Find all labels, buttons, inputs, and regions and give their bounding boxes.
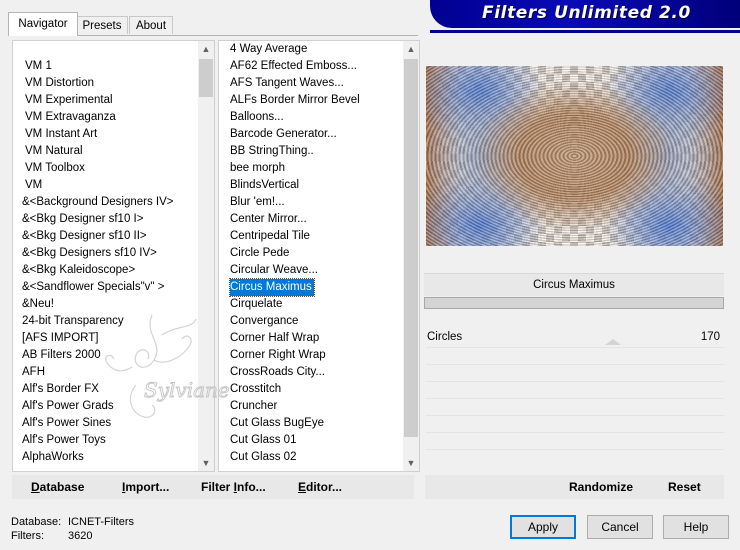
category-item[interactable]: &<Background Designers IV> bbox=[22, 194, 174, 211]
filter-list[interactable]: 4 Way Average AF62 Effected Emboss... AFS … bbox=[218, 40, 420, 472]
filter-item[interactable]: Cut Glass 02 bbox=[230, 449, 296, 466]
filter-item[interactable]: Cirquelate bbox=[230, 296, 282, 313]
parameter-area: Circles 170 bbox=[424, 327, 724, 467]
filter-item[interactable]: Circular Weave... bbox=[230, 262, 318, 279]
filters-count-value: 3620 bbox=[68, 530, 93, 542]
filter-item[interactable]: BB StringThing.. bbox=[230, 143, 314, 160]
title-underline bbox=[430, 30, 740, 33]
category-item[interactable]: 24-bit Transparency bbox=[22, 313, 124, 330]
cancel-button[interactable]: Cancel bbox=[587, 515, 653, 539]
preview-toolbar: Randomize Reset bbox=[425, 475, 724, 499]
scroll-up-arrow-icon[interactable]: ▲ bbox=[198, 41, 214, 57]
help-button[interactable]: Help bbox=[663, 515, 729, 539]
filter-item[interactable]: Cut Glass 01 bbox=[230, 432, 296, 449]
filter-item[interactable]: bee morph bbox=[230, 160, 285, 177]
category-item[interactable]: VM Experimental bbox=[25, 92, 113, 109]
filter-item[interactable]: Centripedal Tile bbox=[230, 228, 310, 245]
category-item[interactable]: Alf's Power Grads bbox=[22, 398, 114, 415]
filter-item[interactable]: Barcode Generator... bbox=[230, 126, 337, 143]
database-label: Database: bbox=[11, 516, 62, 528]
category-item[interactable]: Alf's Power Sines bbox=[22, 415, 111, 432]
app-title: Filters Unlimited 2.0 bbox=[482, 3, 691, 23]
filters-count-label: Filters: bbox=[11, 530, 44, 542]
category-scroll-thumb[interactable] bbox=[199, 59, 213, 97]
category-item[interactable]: Alf's Border FX bbox=[22, 381, 99, 398]
filter-item[interactable]: Center Mirror... bbox=[230, 211, 307, 228]
scroll-down-arrow-icon[interactable]: ▼ bbox=[403, 455, 419, 471]
category-item[interactable]: VM Instant Art bbox=[25, 126, 97, 143]
database-button[interactable]: Database bbox=[31, 480, 84, 494]
import-button[interactable]: Import... bbox=[122, 480, 169, 494]
category-item[interactable]: AB Filters 2000 bbox=[22, 347, 101, 364]
category-item[interactable]: [AFS IMPORT] bbox=[22, 330, 98, 347]
apply-button[interactable]: Apply bbox=[510, 515, 576, 539]
tab-navigator[interactable]: Navigator bbox=[8, 12, 78, 36]
filter-info-button[interactable]: Filter Info... bbox=[201, 480, 266, 494]
filter-item[interactable]: Blur 'em!... bbox=[230, 194, 285, 211]
filter-item[interactable]: Cruncher bbox=[230, 398, 277, 415]
category-item[interactable]: &Neu! bbox=[22, 296, 54, 313]
scroll-up-arrow-icon[interactable]: ▲ bbox=[403, 41, 419, 57]
filter-item[interactable]: Corner Half Wrap bbox=[230, 330, 319, 347]
filter-item[interactable]: 4 Way Average bbox=[230, 41, 307, 58]
category-item[interactable]: VM 1 bbox=[25, 58, 52, 75]
filter-scroll-thumb[interactable] bbox=[404, 59, 418, 437]
category-item[interactable]: VM bbox=[25, 177, 42, 194]
randomize-button[interactable]: Randomize bbox=[569, 480, 633, 494]
filter-item-selected[interactable]: Circus Maximus bbox=[229, 278, 315, 297]
filter-item[interactable]: ALFs Border Mirror Bevel bbox=[230, 92, 360, 109]
selected-filter-name: Circus Maximus bbox=[424, 273, 724, 296]
filter-item[interactable]: Convergance bbox=[230, 313, 298, 330]
category-item[interactable]: &<Bkg Kaleidoscope> bbox=[22, 262, 135, 279]
category-item[interactable]: AlphaWorks bbox=[22, 449, 84, 466]
category-list-items: VM 1 VM Distortion VM Experimental VM Extra… bbox=[13, 41, 198, 471]
filter-item[interactable]: Cut Glass BugEye bbox=[230, 415, 324, 432]
filter-item[interactable]: AFS Tangent Waves... bbox=[230, 75, 344, 92]
category-item[interactable]: VM Natural bbox=[25, 143, 83, 160]
category-item[interactable]: AFH bbox=[22, 364, 45, 381]
list-toolbar: Database Import... Filter Info... Editor… bbox=[12, 475, 414, 499]
parameter-row[interactable]: Circles 170 bbox=[424, 327, 724, 347]
reset-button[interactable]: Reset bbox=[668, 480, 701, 494]
filter-item[interactable]: BlindsVertical bbox=[230, 177, 299, 194]
title-banner: Filters Unlimited 2.0 bbox=[430, 0, 740, 28]
category-item[interactable]: VM Distortion bbox=[25, 75, 94, 92]
filter-item[interactable]: Corner Right Wrap bbox=[230, 347, 326, 364]
category-scrollbar[interactable]: ▲ ▼ bbox=[198, 41, 214, 471]
progress-bar bbox=[424, 297, 724, 309]
tab-about[interactable]: About bbox=[129, 16, 173, 34]
filter-item[interactable]: Balloons... bbox=[230, 109, 284, 126]
category-item[interactable]: VM Extravaganza bbox=[25, 109, 116, 126]
tab-presets[interactable]: Presets bbox=[76, 16, 128, 34]
filter-item[interactable]: Circle Pede bbox=[230, 245, 289, 262]
category-item[interactable]: VM Toolbox bbox=[25, 160, 85, 177]
slider-marker-icon[interactable] bbox=[605, 339, 621, 345]
filter-scrollbar[interactable]: ▲ ▼ bbox=[403, 41, 419, 471]
parameter-value: 170 bbox=[700, 331, 720, 343]
category-item[interactable]: &<Bkg Designer sf10 II> bbox=[22, 228, 147, 245]
scroll-down-arrow-icon[interactable]: ▼ bbox=[198, 455, 214, 471]
category-item[interactable]: &<Bkg Designer sf10 I> bbox=[22, 211, 143, 228]
editor-button[interactable]: Editor... bbox=[298, 480, 342, 494]
filter-item[interactable]: Crosstitch bbox=[230, 381, 281, 398]
category-item[interactable]: &<Bkg Designers sf10 IV> bbox=[22, 245, 157, 262]
category-list[interactable]: VM 1 VM Distortion VM Experimental VM Extra… bbox=[12, 40, 215, 472]
filter-item[interactable]: CrossRoads City... bbox=[230, 364, 325, 381]
parameter-label: Circles bbox=[427, 331, 463, 343]
database-value: ICNET-Filters bbox=[68, 516, 134, 528]
filter-list-items: 4 Way Average AF62 Effected Emboss... AFS … bbox=[219, 41, 403, 471]
category-item[interactable]: &<Sandflower Specials"v" > bbox=[22, 279, 164, 296]
preview-image bbox=[426, 66, 723, 246]
category-item[interactable]: Alf's Power Toys bbox=[22, 432, 106, 449]
filter-item[interactable]: AF62 Effected Emboss... bbox=[230, 58, 357, 75]
